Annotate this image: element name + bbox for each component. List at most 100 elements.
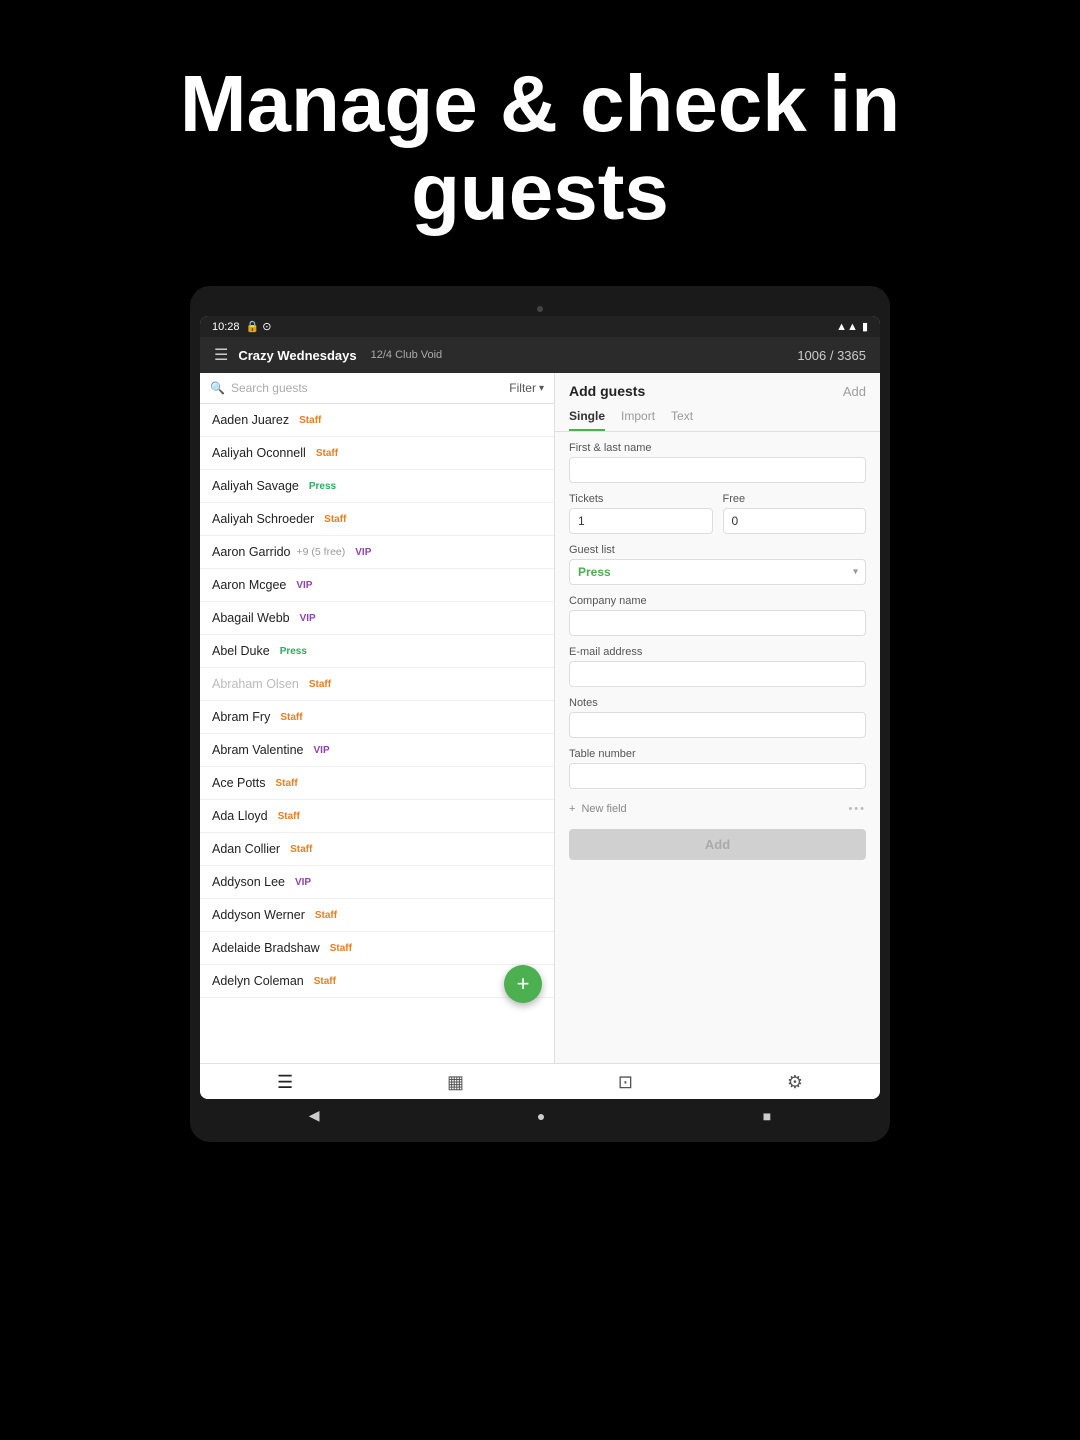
form-label-company: Company name bbox=[569, 595, 866, 607]
form-label-email: E-mail address bbox=[569, 646, 866, 658]
status-icons: 🔒 ⊙ bbox=[246, 320, 272, 333]
first-last-name-input[interactable] bbox=[569, 457, 866, 483]
list-item[interactable]: Ada Lloyd Staff bbox=[200, 800, 554, 833]
app-header-count: 1006 / 3365 bbox=[797, 348, 866, 363]
panel-tabs: Single Import Text bbox=[555, 399, 880, 432]
add-header-button[interactable]: Add bbox=[843, 384, 866, 399]
guest-name: Aaliyah Oconnell bbox=[212, 446, 306, 460]
app-header-title: Crazy Wednesdays bbox=[238, 348, 356, 363]
search-placeholder: Search guests bbox=[231, 381, 308, 395]
guest-tag: Staff bbox=[274, 810, 304, 823]
tablet-top bbox=[200, 302, 880, 316]
main-content: 🔍 Search guests Filter ▾ Aaden Juarez Sta… bbox=[200, 373, 880, 1063]
panel-tab-text[interactable]: Text bbox=[671, 403, 693, 431]
list-item[interactable]: Aaliyah SchroederStaff bbox=[200, 503, 554, 536]
guest-tag: Press bbox=[276, 645, 311, 658]
guest-list-select[interactable]: Press VIP Staff bbox=[569, 559, 866, 585]
guest-list-panel: 🔍 Search guests Filter ▾ Aaden Juarez Sta… bbox=[200, 373, 555, 1063]
fab-add-button[interactable]: + bbox=[504, 965, 542, 1003]
table-number-input[interactable] bbox=[569, 763, 866, 789]
list-item[interactable]: Abram FryStaff bbox=[200, 701, 554, 734]
list-item[interactable]: Abram ValentineVIP bbox=[200, 734, 554, 767]
stats-nav[interactable]: ▦ bbox=[447, 1072, 464, 1093]
list-item[interactable]: Adelyn Coleman Staff bbox=[200, 965, 554, 998]
guest-tag: Staff bbox=[326, 942, 356, 955]
add-submit-button[interactable]: Add bbox=[569, 829, 866, 860]
guest-name: Aaron Garrido bbox=[212, 545, 291, 559]
scan-nav[interactable]: ⊡ bbox=[618, 1072, 633, 1093]
form-field-name: First & last name bbox=[569, 442, 866, 483]
hamburger-icon[interactable]: ☰ bbox=[214, 345, 228, 365]
guest-name: Adelaide Bradshaw bbox=[212, 941, 320, 955]
guest-tag: Staff bbox=[310, 975, 340, 988]
email-input[interactable] bbox=[569, 661, 866, 687]
add-guests-panel: Add guests Add SingleImportText First & … bbox=[555, 373, 880, 1063]
notes-input[interactable] bbox=[569, 712, 866, 738]
settings-nav[interactable]: ⚙ bbox=[787, 1072, 803, 1093]
filter-label: Filter bbox=[509, 381, 536, 395]
search-icon: 🔍 bbox=[210, 381, 225, 395]
guest-tag: Press bbox=[305, 480, 340, 493]
form-field-email: E-mail address bbox=[569, 646, 866, 687]
filter-button[interactable]: Filter ▾ bbox=[509, 381, 544, 395]
list-item[interactable]: Abraham OlsenStaff bbox=[200, 668, 554, 701]
list-item[interactable]: Aaron McgeeVIP bbox=[200, 569, 554, 602]
guest-name: Aaden Juarez bbox=[212, 413, 289, 427]
form-label-name: First & last name bbox=[569, 442, 866, 454]
plus-icon: + bbox=[569, 803, 575, 815]
panel-tab-single[interactable]: Single bbox=[569, 403, 605, 431]
dots-icon[interactable]: ••• bbox=[848, 803, 866, 815]
guests-list-nav[interactable]: ☰ bbox=[277, 1072, 293, 1093]
bottom-nav: ☰ ▦ ⊡ ⚙ bbox=[200, 1063, 880, 1099]
wifi-icon: ▲▲ bbox=[836, 321, 858, 333]
new-field-label: New field bbox=[581, 803, 626, 815]
list-item[interactable]: Abagail WebbVIP bbox=[200, 602, 554, 635]
guest-tag: Staff bbox=[272, 777, 302, 790]
list-item[interactable]: Adelaide Bradshaw Staff bbox=[200, 932, 554, 965]
list-item[interactable]: Ace PottsStaff bbox=[200, 767, 554, 800]
app-header-left: ☰ Crazy Wednesdays 12/4 Club Void bbox=[214, 345, 442, 365]
guest-tag: Staff bbox=[312, 447, 342, 460]
free-input[interactable] bbox=[723, 508, 867, 534]
list-item[interactable]: Aaron Garrido+9 (5 free)VIP bbox=[200, 536, 554, 569]
guest-tag: Staff bbox=[311, 909, 341, 922]
list-item[interactable]: Aaliyah Oconnell Staff bbox=[200, 437, 554, 470]
list-item[interactable]: Adan CollierStaff bbox=[200, 833, 554, 866]
guest-name: Adelyn Coleman bbox=[212, 974, 304, 988]
status-bar-left: 10:28 🔒 ⊙ bbox=[212, 320, 272, 333]
app-header: ☰ Crazy Wednesdays 12/4 Club Void 1006 /… bbox=[200, 337, 880, 373]
guest-tag: Staff bbox=[286, 843, 316, 856]
form-field-notes: Notes bbox=[569, 697, 866, 738]
new-field-row[interactable]: + New field ••• bbox=[569, 799, 866, 819]
form-col-tickets: Tickets bbox=[569, 493, 713, 534]
company-name-input[interactable] bbox=[569, 610, 866, 636]
list-item[interactable]: Abel Duke Press bbox=[200, 635, 554, 668]
filter-chevron-icon: ▾ bbox=[539, 383, 544, 394]
search-bar: 🔍 Search guests Filter ▾ bbox=[200, 373, 554, 404]
status-bar: 10:28 🔒 ⊙ ▲▲ ▮ bbox=[200, 316, 880, 337]
home-button[interactable]: ● bbox=[537, 1108, 545, 1124]
form-field-company: Company name bbox=[569, 595, 866, 636]
list-item[interactable]: Aaliyah SavagePress bbox=[200, 470, 554, 503]
form-label-notes: Notes bbox=[569, 697, 866, 709]
form-label-free: Free bbox=[723, 493, 867, 505]
tickets-input[interactable] bbox=[569, 508, 713, 534]
list-item[interactable]: Addyson Werner Staff bbox=[200, 899, 554, 932]
camera-dot bbox=[537, 306, 543, 312]
guest-items-list: Aaden JuarezStaffAaliyah OconnellStaffAa… bbox=[200, 404, 554, 1063]
guest-name: Abel Duke bbox=[212, 644, 270, 658]
back-button[interactable]: ◀ bbox=[309, 1107, 320, 1124]
list-item[interactable]: Addyson LeeVIP bbox=[200, 866, 554, 899]
status-time: 10:28 bbox=[212, 321, 240, 333]
guest-name: Abagail Webb bbox=[212, 611, 290, 625]
guest-name: Aaliyah Schroeder bbox=[212, 512, 314, 526]
guest-name: Ada Lloyd bbox=[212, 809, 268, 823]
android-nav: ◀ ● ■ bbox=[200, 1099, 880, 1132]
guest-name: Addyson Werner bbox=[212, 908, 305, 922]
recent-button[interactable]: ■ bbox=[763, 1108, 771, 1124]
panel-tab-import[interactable]: Import bbox=[621, 403, 655, 431]
guest-list-select-wrapper: Press VIP Staff ▾ bbox=[569, 559, 866, 585]
guest-name: Abraham Olsen bbox=[212, 677, 299, 691]
guest-tag: Staff bbox=[295, 414, 325, 427]
list-item[interactable]: Aaden Juarez Staff bbox=[200, 404, 554, 437]
